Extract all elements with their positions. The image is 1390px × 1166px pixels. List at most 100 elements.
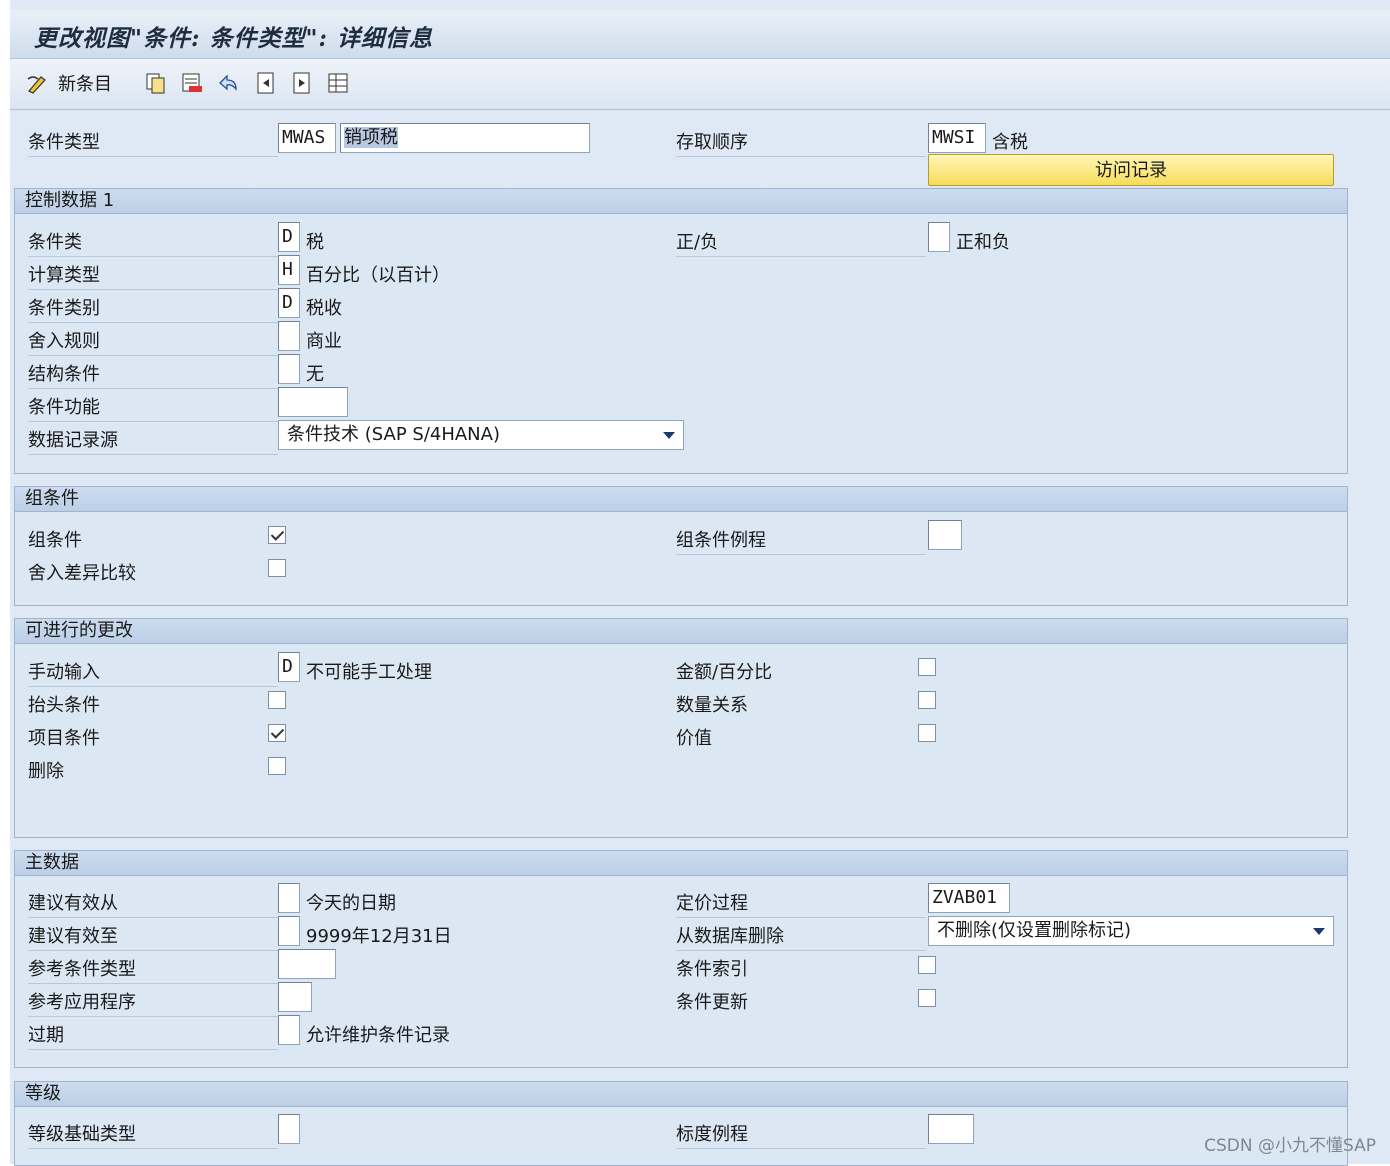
- manual-entry-label: 手动输入: [28, 658, 278, 687]
- scale-routine-field[interactable]: [928, 1114, 974, 1144]
- item-condition-checkbox[interactable]: [268, 724, 286, 742]
- data-source-value: 条件技术 (SAP S/4HANA): [287, 424, 500, 445]
- new-entries-button[interactable]: 新条目: [26, 69, 112, 97]
- dropdown-arrow-icon: [663, 432, 675, 439]
- calculation-type-field[interactable]: H: [278, 255, 300, 285]
- valid-to-field[interactable]: [278, 916, 300, 946]
- new-entries-label: 新条目: [58, 74, 112, 95]
- watermark: CSDN @小九不懂SAP: [1204, 1136, 1376, 1156]
- group-condition-label: 组条件: [28, 530, 82, 551]
- next-entry-icon: [290, 71, 314, 95]
- plus-minus-field[interactable]: [928, 222, 950, 252]
- valid-from-label: 建议有效从: [28, 889, 278, 918]
- condition-type-label: 条件类型: [28, 128, 278, 157]
- calculation-type-desc: 百分比（以百计）: [306, 265, 450, 286]
- access-records-button[interactable]: 访问记录: [928, 154, 1334, 186]
- title-bar: 更改视图"条件: 条件类型": 详细信息: [10, 10, 1390, 59]
- condition-index-label: 条件索引: [676, 959, 748, 980]
- delete-from-db-label: 从数据库删除: [676, 922, 926, 951]
- pricing-procedure-label: 定价过程: [676, 889, 926, 918]
- condition-update-checkbox[interactable]: [918, 989, 936, 1007]
- table-select-icon: [326, 71, 350, 95]
- pencil-glasses-icon: [26, 71, 50, 95]
- reference-condition-type-field[interactable]: [278, 949, 336, 979]
- condition-type-name-field[interactable]: 销项税: [340, 123, 590, 153]
- access-sequence-field[interactable]: MWSI: [928, 123, 986, 153]
- undo-button[interactable]: [216, 69, 240, 97]
- amount-percent-label: 金额/百分比: [676, 662, 773, 683]
- condition-function-field[interactable]: [278, 387, 348, 417]
- condition-index-checkbox[interactable]: [918, 956, 936, 974]
- quantity-relation-label: 数量关系: [676, 695, 748, 716]
- copy-icon: [144, 71, 168, 95]
- rounding-diff-checkbox[interactable]: [268, 559, 286, 577]
- structure-condition-desc: 无: [306, 364, 324, 385]
- delete-from-db-value: 不删除(仅设置删除标记): [937, 920, 1132, 941]
- amount-percent-checkbox[interactable]: [918, 658, 936, 676]
- condition-class-label: 条件类: [28, 228, 278, 257]
- pricing-procedure-field[interactable]: ZVAB01: [928, 883, 1010, 913]
- delete-checkbox[interactable]: [268, 757, 286, 775]
- rounding-rule-label: 舍入规则: [28, 327, 278, 356]
- access-sequence-desc: 含税: [992, 132, 1028, 153]
- condition-category-field[interactable]: D: [278, 288, 300, 318]
- group-routine-field[interactable]: [928, 520, 962, 550]
- previous-entry-icon: [254, 71, 278, 95]
- condition-update-label: 条件更新: [676, 992, 748, 1013]
- delete-label: 删除: [28, 761, 64, 782]
- delete-rows-icon: [180, 71, 204, 95]
- expired-field[interactable]: [278, 1015, 300, 1045]
- select-all-button[interactable]: [326, 69, 350, 97]
- data-source-select[interactable]: 条件技术 (SAP S/4HANA): [278, 420, 684, 450]
- undo-icon: [216, 71, 240, 95]
- dropdown-arrow-icon: [1313, 928, 1325, 935]
- delete-button[interactable]: [180, 69, 204, 97]
- master-data-title: 主数据: [15, 851, 1347, 876]
- next-entry-button[interactable]: [290, 69, 314, 97]
- valid-from-desc: 今天的日期: [306, 893, 396, 914]
- rounding-rule-desc: 商业: [306, 331, 342, 352]
- sap-window: 更改视图"条件: 条件类型": 详细信息 新条目 条件类型 MWAS 销项税 存…: [10, 0, 1390, 1166]
- quantity-relation-checkbox[interactable]: [918, 691, 936, 709]
- valid-to-label: 建议有效至: [28, 922, 278, 951]
- condition-function-label: 条件功能: [28, 393, 278, 422]
- structure-condition-field[interactable]: [278, 354, 300, 384]
- scale-routine-label: 标度例程: [676, 1120, 926, 1149]
- previous-entry-button[interactable]: [254, 69, 278, 97]
- rounding-diff-label: 舍入差异比较: [28, 563, 136, 584]
- condition-type-field[interactable]: MWAS: [278, 123, 336, 153]
- value-label: 价值: [676, 728, 712, 749]
- condition-class-field[interactable]: D: [278, 222, 300, 252]
- data-source-label: 数据记录源: [28, 426, 278, 455]
- item-condition-label: 项目条件: [28, 728, 100, 749]
- header-condition-label: 抬头条件: [28, 695, 100, 716]
- scales-title: 等级: [15, 1082, 1347, 1107]
- group-condition-title: 组条件: [15, 487, 1347, 512]
- group-condition-checkbox[interactable]: [268, 526, 286, 544]
- control-data-1-title: 控制数据 1: [15, 189, 1347, 214]
- delete-from-db-select[interactable]: 不删除(仅设置删除标记): [928, 916, 1334, 946]
- reference-application-field[interactable]: [278, 982, 312, 1012]
- condition-type-name-text: 销项税: [344, 127, 398, 148]
- valid-from-field[interactable]: [278, 883, 300, 913]
- reference-application-label: 参考应用程序: [28, 988, 278, 1017]
- rounding-rule-field[interactable]: [278, 321, 300, 351]
- valid-to-desc: 9999年12月31日: [306, 926, 452, 947]
- header-condition-checkbox[interactable]: [268, 691, 286, 709]
- manual-entry-desc: 不可能手工处理: [306, 662, 432, 683]
- condition-class-desc: 税: [306, 232, 324, 253]
- scale-base-type-field[interactable]: [278, 1114, 300, 1144]
- expired-desc: 允许维护条件记录: [306, 1025, 450, 1046]
- condition-category-desc: 税收: [306, 298, 342, 319]
- plus-minus-desc: 正和负: [956, 232, 1010, 253]
- access-sequence-label: 存取顺序: [676, 128, 926, 157]
- condition-category-label: 条件类别: [28, 294, 278, 323]
- expired-label: 过期: [28, 1021, 278, 1050]
- manual-entry-field[interactable]: D: [278, 652, 300, 682]
- reference-condition-type-label: 参考条件类型: [28, 955, 278, 984]
- group-routine-label: 组条件例程: [676, 526, 926, 555]
- value-checkbox[interactable]: [918, 724, 936, 742]
- changes-title: 可进行的更改: [15, 619, 1347, 644]
- plus-minus-label: 正/负: [676, 228, 926, 257]
- copy-button[interactable]: [144, 69, 168, 97]
